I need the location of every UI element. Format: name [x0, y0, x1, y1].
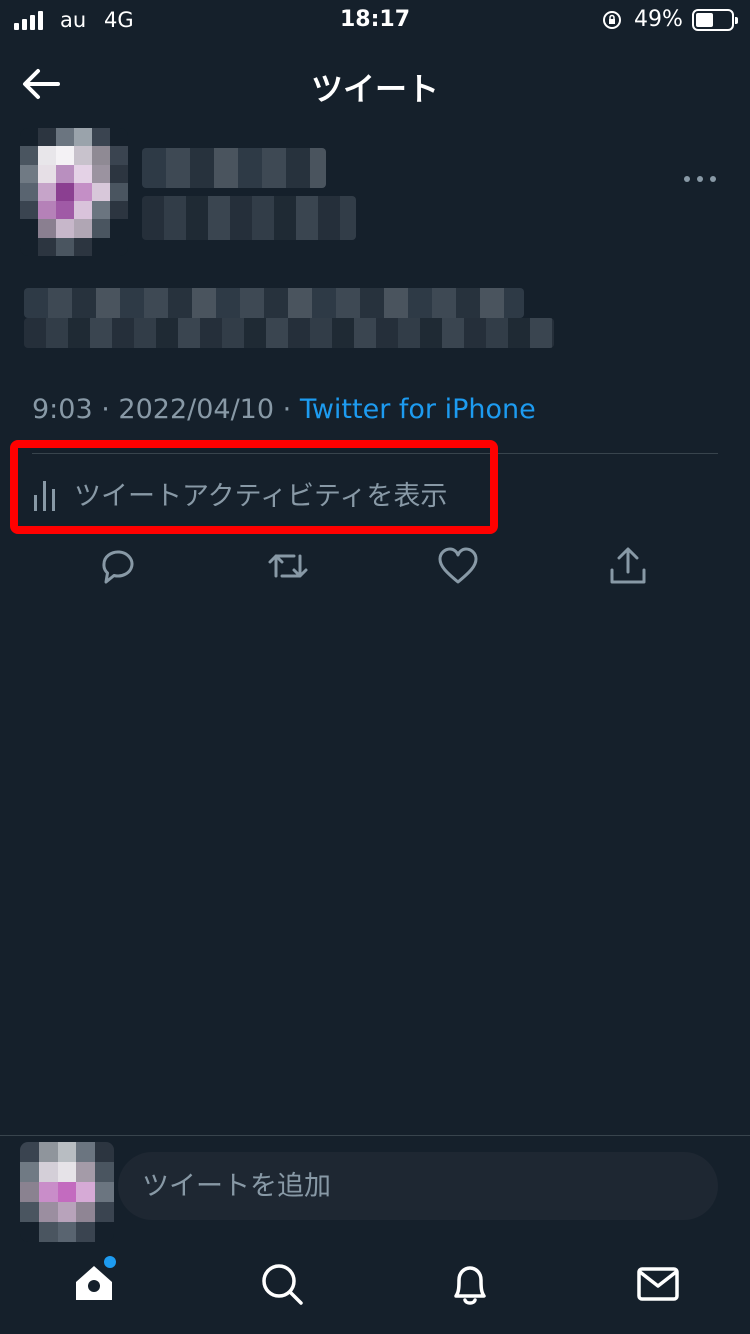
mail-icon[interactable] — [634, 1260, 682, 1308]
battery-icon — [692, 9, 738, 31]
nav-header: ツイート — [0, 56, 750, 112]
search-icon[interactable] — [258, 1260, 306, 1308]
bell-icon[interactable] — [446, 1260, 494, 1308]
reply-input[interactable] — [118, 1152, 718, 1220]
tweet-source-link[interactable]: Twitter for iPhone — [300, 394, 536, 425]
heart-icon[interactable] — [436, 544, 480, 588]
tweet-text-pixelated-line2 — [24, 318, 554, 348]
meta-separator-2: · — [282, 394, 292, 425]
author-name-pixelated[interactable] — [142, 148, 326, 188]
tweet-meta: 9:03 · 2022/04/10 · Twitter for iPhone — [32, 394, 536, 425]
more-options-icon[interactable] — [684, 176, 716, 186]
battery-percent: 49% — [634, 7, 683, 32]
home-notification-dot — [104, 1256, 116, 1268]
highlight-box — [10, 440, 498, 534]
tweet-actions — [0, 540, 750, 596]
retweet-icon[interactable] — [266, 544, 310, 588]
rotation-lock-icon — [603, 11, 621, 29]
tweet-date: 2022/04/10 — [118, 394, 275, 425]
my-avatar[interactable] — [20, 1142, 114, 1242]
reply-box[interactable] — [118, 1152, 718, 1220]
page-title: ツイート — [310, 70, 439, 108]
share-icon[interactable] — [606, 544, 650, 588]
reply-icon[interactable] — [96, 544, 140, 588]
author-handle-pixelated — [142, 196, 356, 240]
composer-divider — [0, 1135, 750, 1136]
tweet-text-pixelated — [24, 288, 524, 318]
author-avatar[interactable] — [20, 128, 128, 256]
tweet-time: 9:03 — [32, 394, 93, 425]
meta-separator: · — [101, 394, 110, 425]
status-bar: au 4G 18:17 49% — [0, 0, 750, 40]
